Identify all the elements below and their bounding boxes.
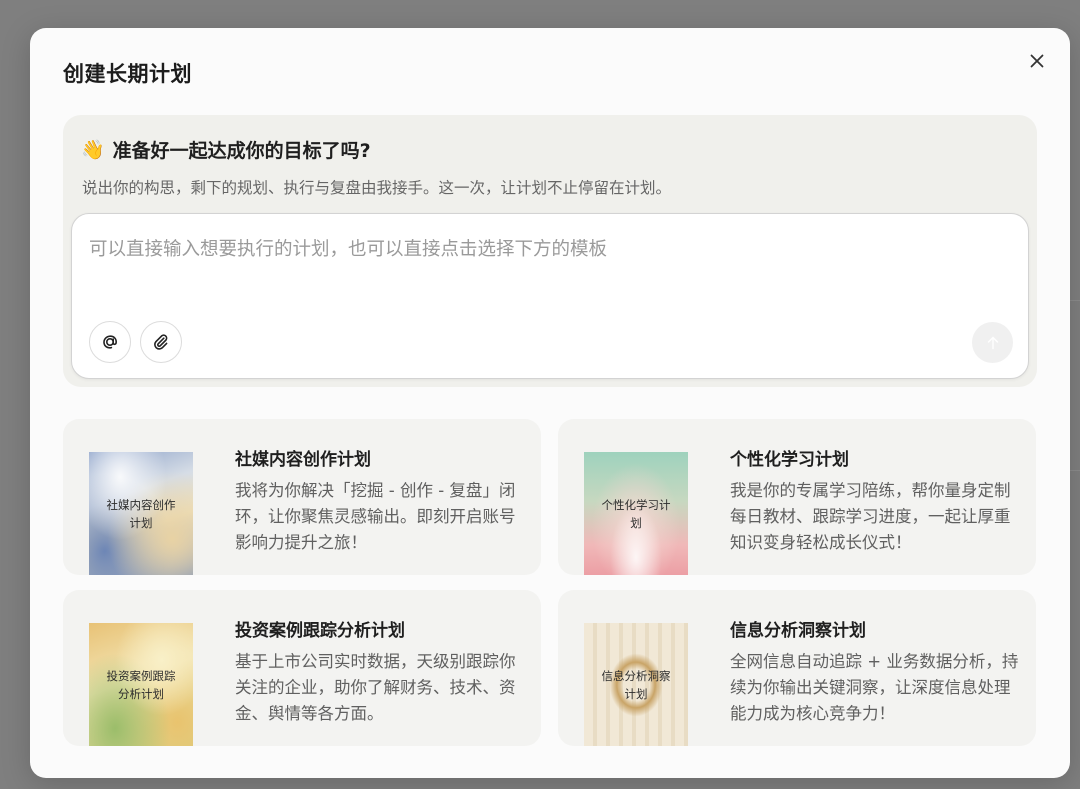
template-description: 我是你的专属学习陪练，帮你量身定制每日教材、跟踪学习进度，一起让厚重知识变身轻松… [730,481,1011,552]
template-title: 社媒内容创作计划 [235,450,371,470]
paperclip-icon [154,334,168,350]
template-card-learning[interactable]: 个性化学习计划 个性化学习计划 我是你的专属学习陪练，帮你量身定制每日教材、跟踪… [558,419,1036,575]
close-icon [1030,54,1044,68]
attach-button[interactable] [140,321,182,363]
template-cover-image: 社媒内容创作计划 [89,452,193,575]
create-plan-modal: 创建长期计划 👋 准备好一起达成你的目标了吗? 说出你的构思，剩下的规划、执行与… [30,28,1070,778]
template-cover-image: 信息分析洞察计划 [584,623,688,746]
backdrop-divider [1070,300,1080,301]
plan-input[interactable]: 可以直接输入想要执行的计划，也可以直接点击选择下方的模板 [71,213,1029,379]
at-icon [103,335,117,349]
template-cover-text: 个性化学习计划 [601,498,671,530]
hero-title: 准备好一起达成你的目标了吗? [112,140,371,162]
plan-input-placeholder: 可以直接输入想要执行的计划，也可以直接点击选择下方的模板 [89,239,608,260]
template-description: 全网信息自动追踪 + 业务数据分析，持续为你输出关键洞察，让深度信息处理能力成为… [730,652,1019,723]
template-cover-text: 投资案例跟踪分析计划 [106,669,176,701]
template-title: 个性化学习计划 [730,450,849,470]
modal-title: 创建长期计划 [63,62,192,86]
template-cover-text: 社媒内容创作计划 [106,498,176,530]
template-description: 基于上市公司实时数据，天级别跟踪你关注的企业，助你了解财务、技术、资金、舆情等各… [235,652,516,723]
hero-heading: 👋 准备好一起达成你的目标了吗? [81,136,371,163]
close-button[interactable] [1024,48,1050,74]
template-card-info-insight[interactable]: 信息分析洞察计划 信息分析洞察计划 全网信息自动追踪 + 业务数据分析，持续为你… [558,590,1036,746]
template-cover-image: 投资案例跟踪分析计划 [89,623,193,746]
template-card-investment[interactable]: 投资案例跟踪分析计划 投资案例跟踪分析计划 基于上市公司实时数据，天级别跟踪你关… [63,590,541,746]
template-title: 信息分析洞察计划 [730,621,866,641]
template-description: 我将为你解决「挖掘 - 创作 - 复盘」闭环，让你聚焦灵感输出。即刻开启账号影响… [235,481,516,552]
arrow-up-icon [987,336,998,349]
hero-panel: 👋 准备好一起达成你的目标了吗? 说出你的构思，剩下的规划、执行与复盘由我接手。… [63,115,1037,387]
mention-button[interactable] [89,321,131,363]
template-cover-image: 个性化学习计划 [584,452,688,575]
template-title: 投资案例跟踪分析计划 [235,621,405,641]
template-cover-text: 信息分析洞察计划 [601,669,671,701]
template-card-social-media[interactable]: 社媒内容创作计划 社媒内容创作计划 我将为你解决「挖掘 - 创作 - 复盘」闭环… [63,419,541,575]
backdrop-divider [1070,470,1080,471]
hero-subtitle: 说出你的构思，剩下的规划、执行与复盘由我接手。这一次，让计划不止停留在计划。 [82,179,672,197]
send-button[interactable] [972,322,1013,363]
waving-hand-icon: 👋 [81,139,105,161]
